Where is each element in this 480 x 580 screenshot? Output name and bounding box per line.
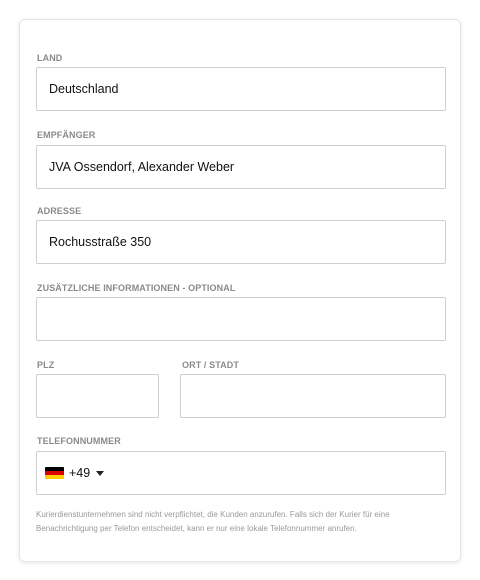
phone-hint-text: Kurierdienstunternehmen sind nicht verpf… — [36, 510, 390, 533]
address-field[interactable]: Rochusstraße 350 — [36, 220, 446, 264]
zip-label: PLZ — [37, 360, 55, 370]
germany-flag-icon — [45, 466, 64, 480]
recipient-field[interactable]: JVA Ossendorf, Alexander Weber — [36, 145, 446, 189]
additional-info-field[interactable] — [36, 297, 446, 341]
country-value: Deutschland — [49, 82, 119, 96]
country-code-selector[interactable]: +49 — [45, 466, 105, 480]
address-label: ADRESSE — [37, 206, 82, 216]
additional-info-label: ZUSÄTZLICHE INFORMATIONEN - OPTIONAL — [37, 283, 236, 293]
zip-field[interactable] — [36, 374, 159, 418]
chevron-down-icon — [96, 471, 105, 476]
address-value: Rochusstraße 350 — [49, 235, 152, 249]
country-label: LAND — [37, 53, 63, 63]
city-label: ORT / STADT — [182, 360, 239, 370]
dial-code: +49 — [69, 466, 91, 480]
city-field[interactable] — [180, 374, 446, 418]
recipient-value: JVA Ossendorf, Alexander Weber — [49, 160, 235, 174]
phone-label: TELEFONNUMMER — [37, 436, 121, 446]
country-field[interactable]: Deutschland — [36, 67, 446, 111]
recipient-label: EMPFÄNGER — [37, 130, 96, 140]
phone-field[interactable]: +49 — [36, 451, 446, 495]
